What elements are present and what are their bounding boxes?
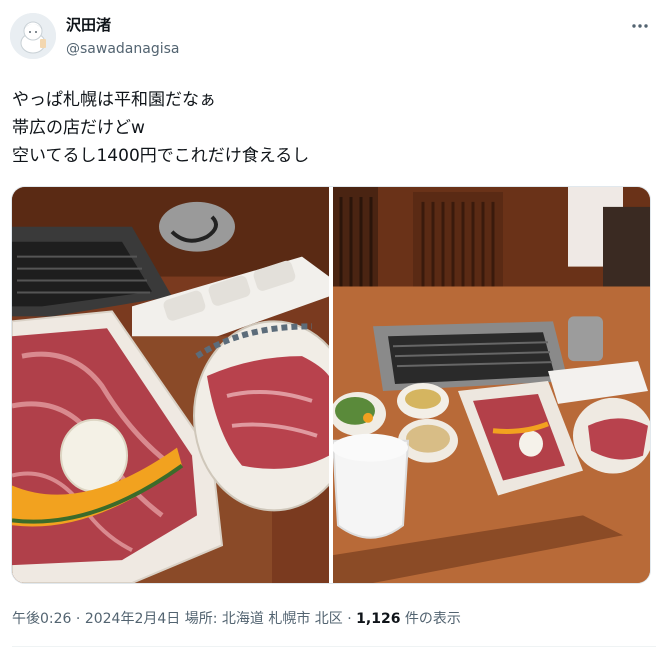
divider bbox=[12, 646, 656, 647]
meta-separator: · bbox=[71, 611, 85, 627]
tweet-text-line: 帯広の店だけどw bbox=[12, 118, 145, 138]
yakiniku-table-setting-photo[interactable] bbox=[333, 187, 650, 583]
author-handle[interactable]: @sawadanagisa bbox=[66, 41, 179, 57]
location-link[interactable]: 北海道 札幌市 北区 bbox=[222, 611, 343, 627]
tweet-text: やっぱ札幌は平和園だなぁ 帯広の店だけどw 空いてるし1400円でこれだけ食える… bbox=[12, 86, 652, 170]
tweet-card: 沢田渚 @sawadanagisa やっぱ札幌は平和園だなぁ 帯広の店だけどw … bbox=[0, 0, 668, 668]
more-horizontal-icon bbox=[632, 24, 648, 28]
author-display-name[interactable]: 沢田渚 bbox=[66, 14, 111, 35]
media-grid bbox=[11, 186, 651, 584]
views-label: 件の表示 bbox=[400, 611, 461, 627]
avatar[interactable] bbox=[10, 13, 56, 59]
meta-separator: · bbox=[342, 611, 357, 627]
views-count[interactable]: 1,126 bbox=[356, 611, 400, 627]
more-options-button[interactable] bbox=[630, 16, 650, 36]
tweet-meta: 午後0:26 · 2024年2月4日 場所: 北海道 札幌市 北区 · 1,12… bbox=[12, 608, 461, 628]
yakiniku-plate-closeup-photo[interactable] bbox=[12, 187, 329, 583]
tweet-timestamp-date[interactable]: 2024年2月4日 bbox=[85, 611, 180, 627]
tweet-timestamp-time[interactable]: 午後0:26 bbox=[12, 611, 71, 627]
location-prefix: 場所: bbox=[184, 611, 222, 627]
avatar-illustration-icon bbox=[10, 13, 56, 59]
tweet-text-line: 空いてるし1400円でこれだけ食えるし bbox=[12, 146, 310, 166]
tweet-text-line: やっぱ札幌は平和園だなぁ bbox=[12, 90, 216, 110]
